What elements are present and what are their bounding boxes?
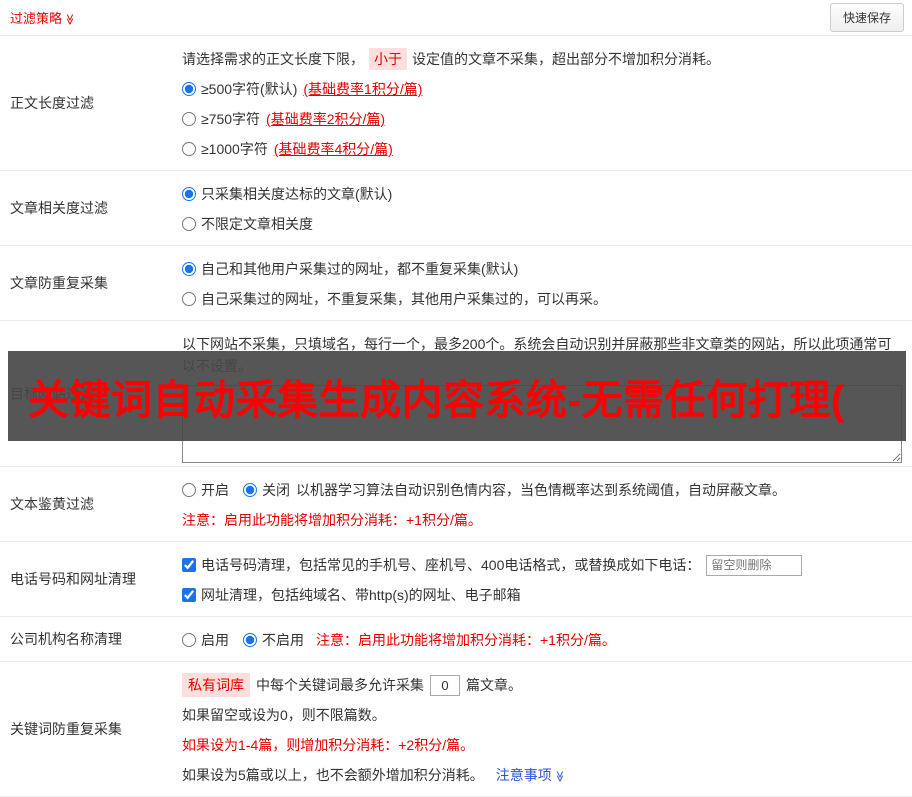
url-clean-checkbox[interactable] [182, 588, 196, 602]
length-option-500[interactable]: ≥500字符(默认) (基础费率1积分/篇) [182, 74, 904, 104]
dedup-option-self[interactable]: 自己采集过的网址，不重复采集，其他用户采集过的，可以再采。 [182, 284, 904, 314]
row-content: 只采集相关度达标的文章(默认) 不限定文章相关度 [172, 171, 912, 245]
phone-clean-checkbox[interactable] [182, 558, 196, 572]
quick-save-button[interactable]: 快速保存 [829, 3, 904, 32]
row-label-relevance: 文章相关度过滤 [10, 200, 108, 216]
keyword-limit-line: 私有词库 中每个关键词最多允许采集 篇文章。 [182, 670, 904, 700]
length-500-radio[interactable] [182, 82, 196, 96]
phone-clean-line: 电话号码清理，包括常见的手机号、座机号、400电话格式，或替换成如下电话： [182, 550, 904, 580]
porn-filter-options: 开启 关闭 以机器学习算法自动识别色情内容，当色情概率达到系统阈值，自动屏蔽文章… [182, 475, 904, 505]
length-option-1000[interactable]: ≥1000字符 (基础费率4积分/篇) [182, 134, 904, 164]
length-750-radio[interactable] [182, 112, 196, 126]
url-clean-label: 网址清理，包括纯域名、带http(s)的网址、电子邮箱 [201, 587, 521, 603]
row-label-phone-url: 电话号码和网址清理 [10, 571, 136, 587]
row-content: 电话号码清理，包括常见的手机号、座机号、400电话格式，或替换成如下电话： 网址… [172, 542, 912, 616]
row-label-url-dedup: 文章防重复采集 [10, 275, 108, 291]
chevron-down-icon: ≫ [63, 13, 76, 26]
length-1000-radio[interactable] [182, 142, 196, 156]
relevance-any-label: 不限定文章相关度 [201, 216, 313, 232]
keyword-limit-text: 中每个关键词最多允许采集 [256, 677, 424, 693]
company-clean-options: 启用 不启用 注意：启用此功能将增加积分消耗：+1积分/篇。 [182, 625, 904, 655]
porn-filter-cost-note: 注意：启用此功能将增加积分消耗：+1积分/篇。 [182, 512, 482, 528]
row-content: 私有词库 中每个关键词最多允许采集 篇文章。 如果留空或设为0，则不限篇数。 如… [172, 662, 912, 796]
intro-text-post: 设定值的文章不采集，超出部分不增加积分消耗。 [412, 51, 720, 67]
keyword-limit-suffix: 篇文章。 [466, 677, 522, 693]
porn-off-radio[interactable] [243, 483, 257, 497]
row-relevance-filter: 文章相关度过滤 只采集相关度达标的文章(默认) 不限定文章相关度 [0, 171, 912, 246]
company-on-radio[interactable] [182, 633, 196, 647]
length-500-note: (基础费率1积分/篇) [303, 81, 423, 97]
keyword-note-cost: 如果设为1-4篇，则增加积分消耗：+2积分/篇。 [182, 737, 475, 753]
dedup-global-label: 自己和其他用户采集过的网址，都不重复采集(默认) [201, 261, 519, 277]
company-off-label: 不启用 [262, 632, 304, 648]
intro-highlight: 小于 [369, 48, 407, 70]
relevance-any-radio[interactable] [182, 217, 196, 231]
content-length-intro: 请选择需求的正文长度下限， 小于 设定值的文章不采集，超出部分不增加积分消耗。 [182, 44, 904, 74]
porn-on-label: 开启 [201, 482, 229, 498]
link-chevron-down-icon: ≫ [553, 770, 566, 783]
porn-on-option[interactable]: 开启 [182, 480, 229, 500]
length-500-label: ≥500字符(默认) [201, 81, 298, 97]
intro-text-pre: 请选择需求的正文长度下限， [182, 51, 364, 67]
keyword-note-free-line: 如果设为5篇或以上，也不会额外增加积分消耗。 注意事项≫ [182, 760, 904, 790]
notice-link-text: 注意事项 [495, 767, 552, 783]
page-title-text: 过滤策略 [10, 11, 63, 26]
row-label-porn-filter: 文本鉴黄过滤 [10, 496, 94, 512]
dedup-self-label: 自己采集过的网址，不重复采集，其他用户采集过的，可以再采。 [201, 291, 607, 307]
length-750-note: (基础费率2积分/篇) [266, 111, 386, 127]
relevance-option-strict[interactable]: 只采集相关度达标的文章(默认) [182, 179, 904, 209]
company-on-label: 启用 [201, 632, 229, 648]
row-label-keyword-dedup: 关键词防重复采集 [10, 721, 122, 737]
porn-off-option[interactable]: 关闭 [243, 480, 290, 500]
company-off-option[interactable]: 不启用 [243, 630, 304, 650]
url-clean-line: 网址清理，包括纯域名、带http(s)的网址、电子邮箱 [182, 580, 904, 610]
porn-filter-description: 以机器学习算法自动识别色情内容，当色情概率达到系统阈值，自动屏蔽文章。 [296, 482, 786, 498]
phone-clean-label: 电话号码清理，包括常见的手机号、座机号、400电话格式，或替换成如下电话： [201, 557, 701, 573]
phone-clean-option[interactable]: 电话号码清理，包括常见的手机号、座机号、400电话格式，或替换成如下电话： [182, 555, 700, 575]
company-clean-cost-note: 注意：启用此功能将增加积分消耗：+1积分/篇。 [316, 632, 616, 648]
row-phone-url-clean: 电话号码和网址清理 电话号码清理，包括常见的手机号、座机号、400电话格式，或替… [0, 542, 912, 617]
length-750-label: ≥750字符 [201, 111, 261, 127]
company-on-option[interactable]: 启用 [182, 630, 229, 650]
row-label-content-length: 正文长度过滤 [10, 95, 94, 111]
relevance-option-any[interactable]: 不限定文章相关度 [182, 209, 904, 239]
porn-off-label: 关闭 [262, 482, 290, 498]
porn-on-radio[interactable] [182, 483, 196, 497]
header-bar: 过滤策略≫ 快速保存 [0, 0, 912, 36]
row-porn-filter: 文本鉴黄过滤 开启 关闭 以机器学习算法自动识别色情内容，当色情概率达到系统阈值… [0, 467, 912, 542]
replacement-phone-input[interactable] [706, 554, 803, 576]
row-label-company-clean: 公司机构名称清理 [10, 631, 122, 647]
length-1000-label: ≥1000字符 [201, 141, 268, 157]
filter-strategy-page: 过滤策略≫ 快速保存 正文长度过滤 请选择需求的正文长度下限， 小于 设定值的文… [0, 0, 912, 797]
keyword-limit-input[interactable] [430, 674, 460, 696]
length-option-750[interactable]: ≥750字符 (基础费率2积分/篇) [182, 104, 904, 134]
row-content: 启用 不启用 注意：启用此功能将增加积分消耗：+1积分/篇。 [172, 617, 912, 661]
watermark-banner-text: 关键词自动采集生成内容系统-无需任何打理( [28, 377, 845, 423]
row-content: 自己和其他用户采集过的网址，都不重复采集(默认) 自己采集过的网址，不重复采集，… [172, 246, 912, 320]
url-clean-option[interactable]: 网址清理，包括纯域名、带http(s)的网址、电子邮箱 [182, 585, 521, 605]
watermark-banner: 关键词自动采集生成内容系统-无需任何打理( [8, 351, 906, 441]
row-company-clean: 公司机构名称清理 启用 不启用 注意：启用此功能将增加积分消耗：+1积分/篇。 [0, 617, 912, 662]
row-content: 开启 关闭 以机器学习算法自动识别色情内容，当色情概率达到系统阈值，自动屏蔽文章… [172, 467, 912, 541]
dedup-global-radio[interactable] [182, 262, 196, 276]
dedup-self-radio[interactable] [182, 292, 196, 306]
dedup-option-global[interactable]: 自己和其他用户采集过的网址，都不重复采集(默认) [182, 254, 904, 284]
row-url-dedup: 文章防重复采集 自己和其他用户采集过的网址，都不重复采集(默认) 自己采集过的网… [0, 246, 912, 321]
keyword-note-unlimited: 如果留空或设为0，则不限篇数。 [182, 707, 386, 723]
keyword-note-free: 如果设为5篇或以上，也不会额外增加积分消耗。 [182, 767, 484, 783]
relevance-strict-radio[interactable] [182, 187, 196, 201]
page-title[interactable]: 过滤策略≫ [10, 8, 76, 27]
company-off-radio[interactable] [243, 633, 257, 647]
row-content: 请选择需求的正文长度下限， 小于 设定值的文章不采集，超出部分不增加积分消耗。 … [172, 36, 912, 170]
length-1000-note: (基础费率4积分/篇) [273, 141, 393, 157]
relevance-strict-label: 只采集相关度达标的文章(默认) [201, 186, 393, 202]
notice-link[interactable]: 注意事项≫ [496, 765, 566, 785]
private-lexicon-tag: 私有词库 [182, 673, 250, 697]
row-keyword-dedup: 关键词防重复采集 私有词库 中每个关键词最多允许采集 篇文章。 如果留空或设为0… [0, 662, 912, 797]
row-content-length-filter: 正文长度过滤 请选择需求的正文长度下限， 小于 设定值的文章不采集，超出部分不增… [0, 36, 912, 171]
